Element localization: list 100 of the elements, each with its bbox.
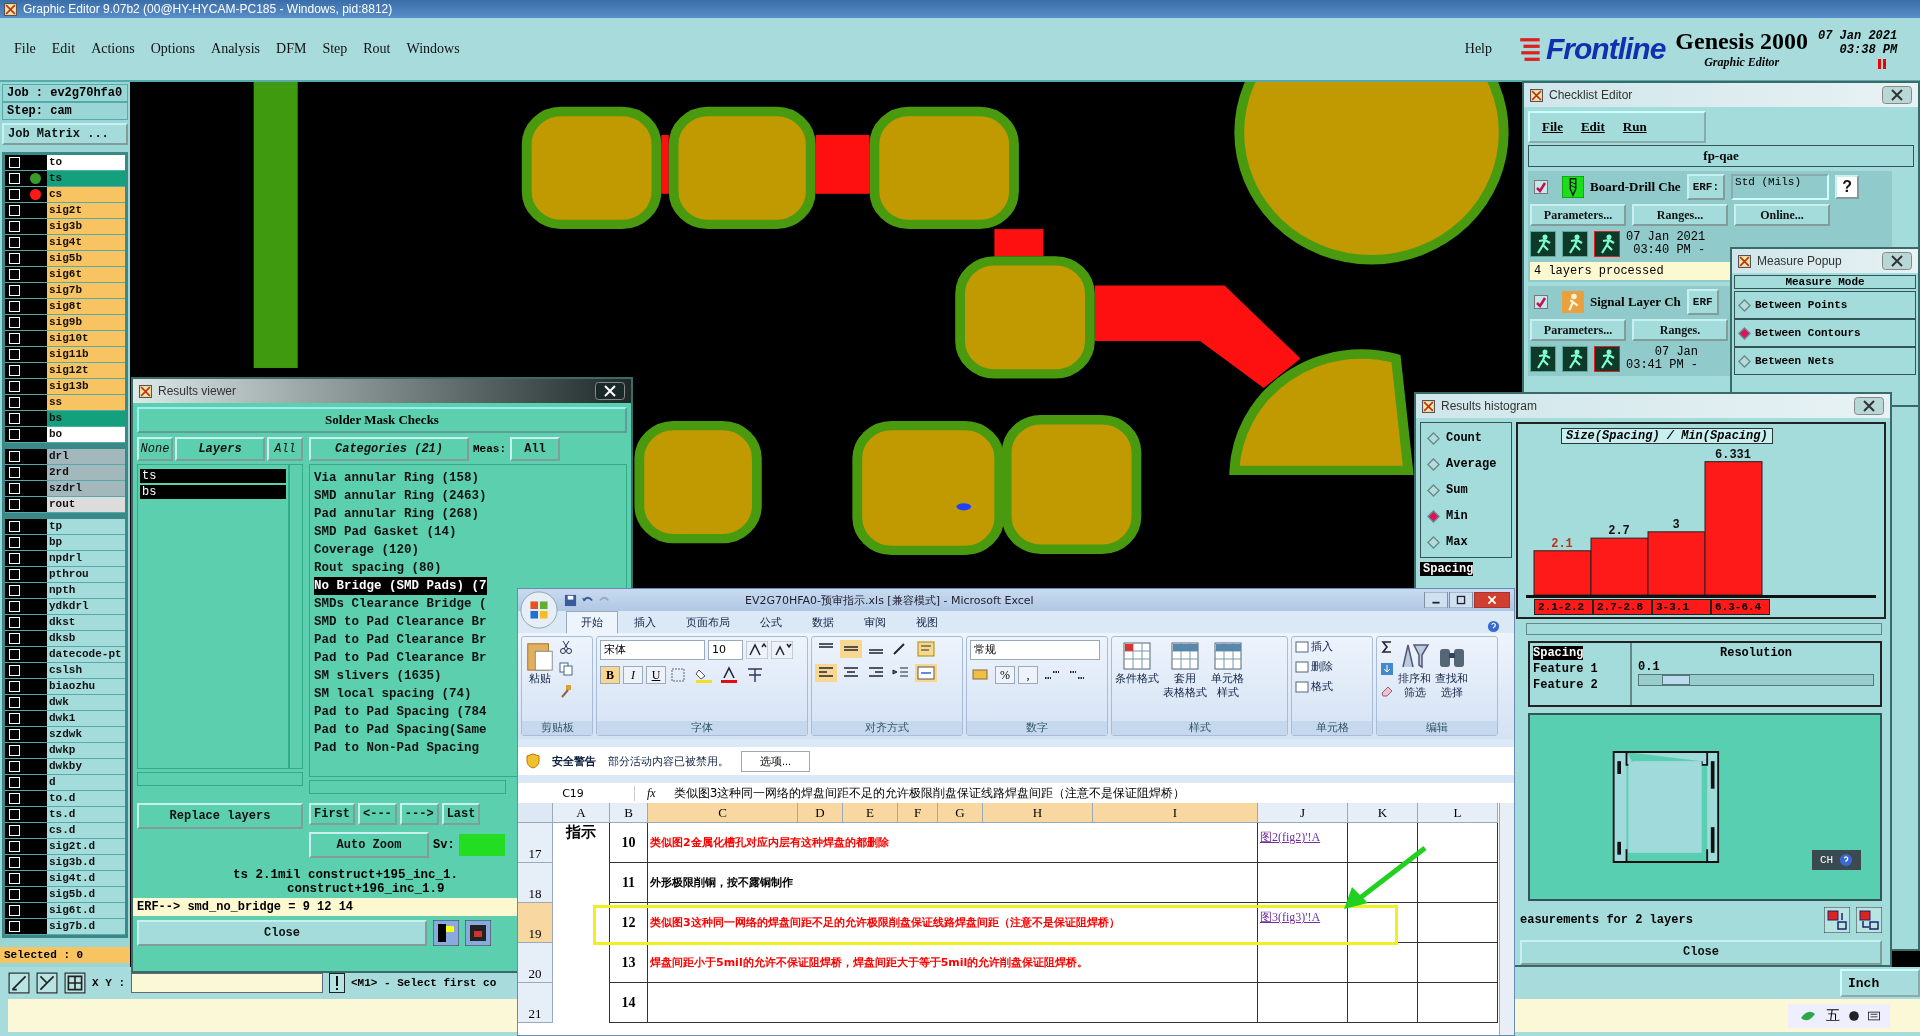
office-button[interactable]: [520, 591, 558, 629]
column-header[interactable]: D: [798, 803, 843, 823]
layer-checkbox[interactable]: [9, 537, 20, 548]
layer-name[interactable]: cslsh: [47, 663, 125, 678]
underline-button[interactable]: U: [646, 666, 666, 684]
layer-name[interactable]: npth: [47, 583, 125, 598]
zoom-dropdown[interactable]: Auto Zoom: [309, 832, 429, 858]
copy-icon[interactable]: [559, 662, 573, 676]
menu-item[interactable]: File: [14, 41, 36, 57]
sum-icon[interactable]: [1380, 640, 1394, 654]
layer-checkbox[interactable]: [9, 333, 20, 344]
table-style-icon[interactable]: [1170, 640, 1200, 672]
layer-icon[interactable]: [465, 920, 491, 946]
row-header[interactable]: 19: [518, 903, 553, 943]
layer-name[interactable]: dwkby: [47, 759, 125, 774]
close-icon[interactable]: [1854, 397, 1884, 415]
layer-name[interactable]: to: [47, 155, 125, 170]
category-item[interactable]: SM local spacing (74): [314, 685, 472, 703]
paste-button[interactable]: 粘贴: [529, 672, 551, 686]
ribbon-tab[interactable]: 数据: [798, 612, 848, 633]
menu-item[interactable]: Actions: [91, 41, 135, 57]
editing-button[interactable]: 查找和 选择: [1435, 672, 1468, 700]
field-item[interactable]: Feature 1: [1533, 661, 1598, 676]
layer-checkbox[interactable]: [9, 553, 20, 564]
layer-checkbox[interactable]: [9, 585, 20, 596]
column-header[interactable]: K: [1348, 803, 1418, 823]
layer-checkbox[interactable]: [9, 857, 20, 868]
layer-checkbox[interactable]: [9, 601, 20, 612]
category-item[interactable]: Pad to Pad Clearance Br: [314, 649, 487, 667]
layer-checkbox[interactable]: [9, 285, 20, 296]
layer-name[interactable]: sig6t: [47, 267, 125, 282]
font-name-dropdown[interactable]: 宋体: [600, 640, 705, 660]
measure-mode-option[interactable]: Between Nets: [1734, 347, 1916, 375]
layer-checkbox[interactable]: [9, 617, 20, 628]
sv-field[interactable]: [458, 834, 505, 856]
check-option-button[interactable]: Parameters...: [1530, 319, 1626, 341]
layer-name[interactable]: sig3b.d: [47, 855, 125, 870]
column-header[interactable]: E: [843, 803, 898, 823]
scrollbar[interactable]: [1526, 623, 1882, 635]
layer-name[interactable]: bo: [47, 427, 125, 442]
layer-name[interactable]: dwk: [47, 695, 125, 710]
radio-icon[interactable]: [1738, 298, 1751, 312]
layer-name[interactable]: ts: [47, 171, 125, 186]
layer-checkbox[interactable]: [9, 649, 20, 660]
layer-filter-button[interactable]: All: [267, 437, 303, 461]
category-item[interactable]: Pad annular Ring (268): [314, 505, 480, 523]
save-icon[interactable]: [564, 593, 577, 607]
meas-dropdown[interactable]: All: [510, 437, 560, 461]
alert-icon[interactable]: [329, 973, 345, 993]
radio-icon[interactable]: [1427, 457, 1440, 471]
close-icon[interactable]: [1882, 86, 1912, 104]
running-figure-icon[interactable]: [1594, 231, 1620, 257]
layer-name[interactable]: sig11b: [47, 347, 125, 362]
tool-icon[interactable]: [64, 972, 86, 994]
menu-item[interactable]: Rout: [363, 41, 391, 57]
eraser-icon[interactable]: [1380, 684, 1394, 698]
italic-button[interactable]: I: [623, 666, 643, 684]
check-option-button[interactable]: Online...: [1734, 204, 1830, 226]
fill-down-icon[interactable]: [1380, 662, 1394, 676]
layer-name[interactable]: sig2t: [47, 203, 125, 218]
menu-item[interactable]: Run: [1622, 119, 1647, 135]
menu-item[interactable]: Edit: [1580, 119, 1605, 135]
column-header[interactable]: F: [898, 803, 938, 823]
column-header[interactable]: L: [1418, 803, 1498, 823]
function-option[interactable]: Sum: [1423, 477, 1509, 503]
function-option[interactable]: Average: [1423, 451, 1509, 477]
layer-name[interactable]: sig7b.d: [47, 919, 125, 934]
layer-name[interactable]: bp: [47, 535, 125, 550]
tool-icon[interactable]: [8, 972, 30, 994]
layer-filter-button[interactable]: Layers: [175, 437, 265, 461]
layer-name[interactable]: sig4t.d: [47, 871, 125, 886]
layer-name[interactable]: cs: [47, 187, 125, 202]
column-header[interactable]: H: [983, 803, 1093, 823]
layer-checkbox[interactable]: [9, 873, 20, 884]
running-figure-icon[interactable]: [1594, 346, 1620, 372]
layer-checkbox[interactable]: [9, 205, 20, 216]
layer-name[interactable]: ts.d: [47, 807, 125, 822]
cells-button[interactable]: 格式: [1311, 680, 1333, 694]
running-figure-icon[interactable]: [1562, 231, 1588, 257]
close-icon[interactable]: [1474, 592, 1510, 608]
layer-name[interactable]: sig12t: [47, 363, 125, 378]
radio-icon[interactable]: [1427, 535, 1440, 549]
layer-name[interactable]: ss: [47, 395, 125, 410]
units-dropdown[interactable]: Inch: [1840, 969, 1920, 997]
attribute-item[interactable]: Spacing: [1420, 562, 1474, 576]
category-item[interactable]: SMD to Pad Clearance Br: [314, 613, 487, 631]
layer-name[interactable]: 2rd: [47, 465, 125, 480]
layer-checkbox[interactable]: [9, 483, 20, 494]
layer-checkbox[interactable]: [9, 809, 20, 820]
help-button[interactable]: ?: [1835, 175, 1860, 199]
layer-checkbox[interactable]: [9, 499, 20, 510]
scrollbar[interactable]: [1499, 803, 1514, 1035]
clipboard-icon[interactable]: [525, 640, 555, 672]
layer-checkbox[interactable]: [9, 413, 20, 424]
erf-field[interactable]: Std (Mils): [1731, 174, 1830, 200]
menu-item[interactable]: Edit: [51, 41, 76, 57]
slider-thumb[interactable]: [1662, 674, 1691, 685]
radio-icon[interactable]: [1427, 509, 1440, 523]
layer-name[interactable]: szdwk: [47, 727, 125, 742]
layer-checkbox[interactable]: [9, 189, 20, 200]
